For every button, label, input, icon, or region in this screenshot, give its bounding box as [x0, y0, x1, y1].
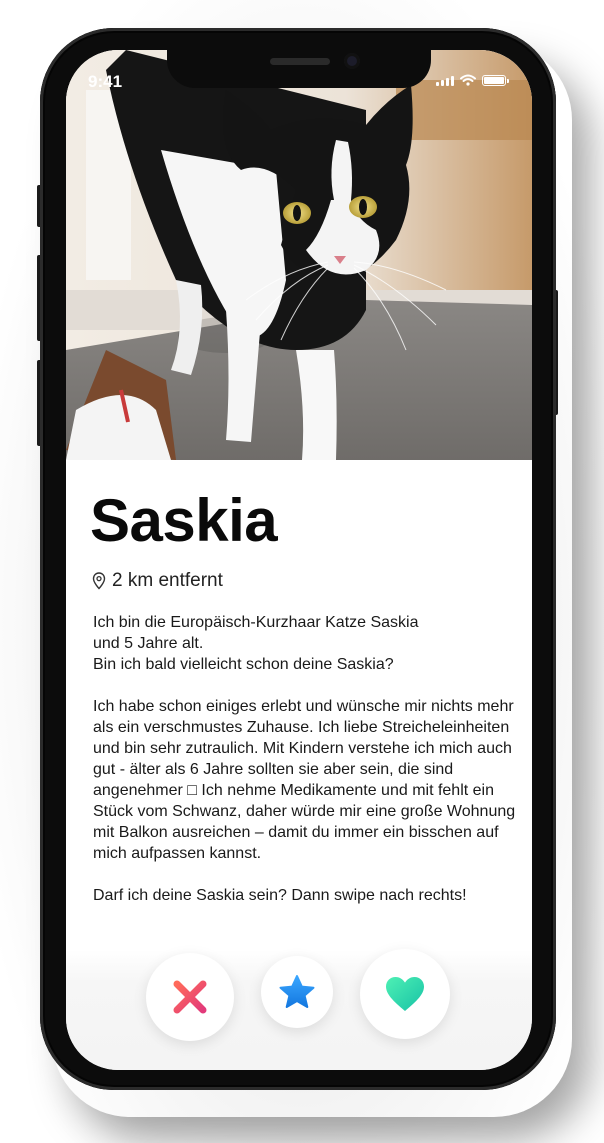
profile-name: Saskia: [90, 487, 278, 554]
super-like-button[interactable]: [261, 956, 333, 1028]
bio-paragraph: Darf ich deine Saskia sein? Dann swipe n…: [93, 887, 467, 904]
profile-photo[interactable]: [66, 50, 532, 460]
mockup-stage: 9:41 Saskia 2 km entfernt Ich bin die Eu…: [0, 0, 604, 1143]
status-icons: [436, 74, 509, 86]
location-pin-icon: [92, 572, 106, 590]
phone-screen: 9:41 Saskia 2 km entfernt Ich bin die Eu…: [66, 50, 532, 1070]
front-camera: [344, 53, 360, 69]
status-time: 9:41: [88, 72, 123, 91]
like-button[interactable]: [360, 949, 450, 1039]
battery-icon: [482, 75, 509, 86]
distance-row: 2 km entfernt: [92, 570, 223, 592]
signal-icon: [436, 76, 454, 86]
phone-notch: [167, 50, 431, 88]
earpiece-speaker: [270, 58, 330, 65]
distance-text: 2 km entfernt: [112, 570, 223, 591]
profile-bio: Ich bin die Europäisch-Kurzhaar Katze Sa…: [93, 612, 523, 906]
star-icon: [279, 975, 315, 1008]
cat-illustration: [66, 50, 532, 460]
wifi-icon: [460, 74, 476, 86]
bio-paragraph: Ich habe schon einiges erlebt und wünsch…: [93, 698, 516, 862]
bio-paragraph: Ich bin die Europäisch-Kurzhaar Katze Sa…: [93, 614, 419, 673]
nope-button[interactable]: [146, 953, 234, 1041]
close-icon: [173, 980, 207, 1014]
heart-icon: [386, 977, 424, 1011]
